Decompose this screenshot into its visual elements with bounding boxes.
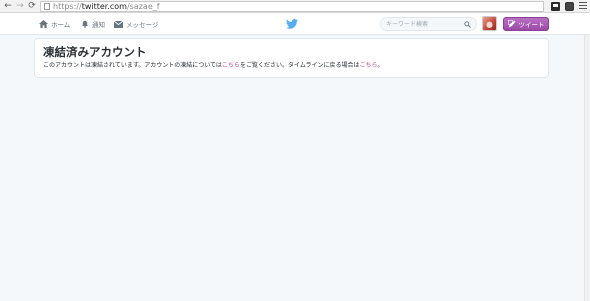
forward-button[interactable]: → <box>15 1 25 11</box>
search-box[interactable] <box>380 17 477 31</box>
bell-icon <box>82 20 88 28</box>
nav-home-label: ホーム <box>51 21 71 29</box>
home-icon <box>39 20 48 28</box>
browser-toolbar: ← → ⟳ https://twitter.com/sazae_f <box>0 0 590 13</box>
nav-messages-label: メッセージ <box>126 21 159 29</box>
url-path: /sazae_f <box>126 2 160 11</box>
suspension-message: このアカウントは凍結されています。アカウントの凍結についてはこちらをご覧ください… <box>43 60 384 69</box>
nav-notifications[interactable]: 通知 <box>81 17 105 31</box>
message-text: このアカウントは凍結されています。アカウントの凍結については <box>43 62 222 69</box>
page-icon <box>44 3 50 10</box>
extension-icon[interactable] <box>565 2 574 11</box>
search-icon[interactable] <box>464 21 471 28</box>
nav-messages[interactable]: メッセージ <box>114 17 158 31</box>
twitter-topbar: ホーム 通知 メッセージ ツイート <box>0 13 590 35</box>
tweet-button[interactable]: ツイート <box>503 17 549 31</box>
scrollbar[interactable] <box>584 35 590 301</box>
page-title: 凍結済みアカウント <box>43 45 147 59</box>
menu-icon[interactable] <box>579 2 587 11</box>
reload-button[interactable]: ⟳ <box>27 1 37 11</box>
url-text[interactable]: https://twitter.com/sazae_f <box>53 2 160 12</box>
envelope-icon <box>114 20 123 28</box>
url-scheme: https:// <box>53 2 82 11</box>
address-bar[interactable]: https://twitter.com/sazae_f <box>40 1 544 12</box>
back-button[interactable]: ← <box>3 1 13 11</box>
nav-home[interactable]: ホーム <box>39 17 70 31</box>
return-timeline-link[interactable]: こちら <box>360 62 378 69</box>
message-text: をご覧ください。タイムラインに戻る場合は <box>239 62 360 69</box>
message-text: 。 <box>377 62 384 69</box>
avatar[interactable] <box>482 16 497 31</box>
twitter-bird-icon[interactable] <box>286 19 298 29</box>
quill-icon <box>507 20 515 28</box>
extension-icon[interactable] <box>551 2 560 11</box>
suspension-info-link[interactable]: こちら <box>222 62 240 69</box>
nav-notifications-label: 通知 <box>92 21 105 29</box>
suspended-account-card: 凍結済みアカウント このアカウントは凍結されています。アカウントの凍結については… <box>34 38 549 78</box>
tweet-button-label: ツイート <box>518 21 545 29</box>
search-input[interactable] <box>386 19 466 30</box>
url-host: twitter.com <box>81 2 127 11</box>
